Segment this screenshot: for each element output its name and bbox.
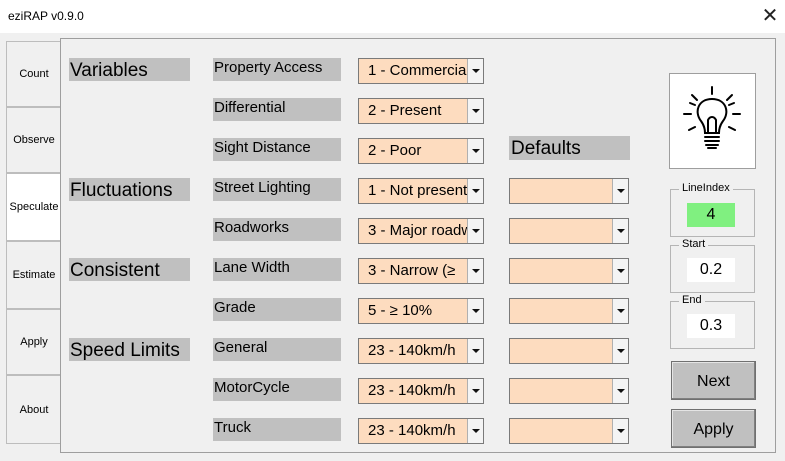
start-group: Start 0.2 (670, 238, 755, 293)
end-group: End 0.3 (670, 294, 755, 349)
chevron-down-icon[interactable] (467, 339, 483, 363)
combo-value: 23 - 140km/h (368, 342, 456, 359)
label-lane-width: Lane Width (213, 258, 341, 281)
combo-value: 5 - ≥ 10% (368, 302, 433, 319)
label-roadworks: Roadworks (213, 218, 341, 241)
tab-label: About (19, 403, 49, 416)
chevron-down-icon[interactable] (467, 219, 483, 243)
label-motorcycle: MotorCycle (213, 378, 341, 401)
chevron-down-icon[interactable] (467, 59, 483, 83)
combo-value: 2 - Poor (368, 142, 422, 159)
combo-value: 1 - Not present (368, 182, 468, 199)
tab-label: Apply (20, 336, 48, 348)
combo-motorcycle[interactable]: 23 - 140km/h (358, 378, 484, 404)
chevron-down-icon[interactable] (612, 419, 628, 443)
chevron-down-icon[interactable] (467, 99, 483, 123)
combo-differential[interactable]: 2 - Present (358, 98, 484, 124)
line-index-value: 4 (687, 203, 735, 227)
line-index-caption: LineIndex (679, 182, 733, 194)
chevron-down-icon[interactable] (612, 259, 628, 283)
combo-value: 3 - Major roadworks (368, 222, 468, 239)
next-button[interactable]: Next (671, 361, 756, 400)
window-title: eziRAP v0.9.0 (8, 9, 84, 23)
chevron-down-icon[interactable] (467, 379, 483, 403)
combo-value: 1 - Commercial (368, 62, 468, 79)
tab-about[interactable]: About (6, 375, 61, 444)
chevron-down-icon[interactable] (612, 179, 628, 203)
label-differential: Differential (213, 98, 341, 121)
chevron-down-icon[interactable] (467, 139, 483, 163)
tab-speculate[interactable]: Speculate (6, 173, 61, 241)
tab-label: Estimate (12, 269, 56, 281)
combo-general[interactable]: 23 - 140km/h (358, 338, 484, 364)
lightbulb-button[interactable] (669, 73, 756, 169)
default-grade[interactable] (509, 298, 629, 324)
combo-sight-distance[interactable]: 2 - Poor (358, 138, 484, 164)
combo-value: 3 - Narrow (≥ (368, 262, 456, 279)
chevron-down-icon[interactable] (467, 259, 483, 283)
start-value[interactable]: 0.2 (687, 258, 735, 282)
combo-value: 23 - 140km/h (368, 382, 456, 399)
section-fluctuations: Fluctuations (69, 178, 190, 201)
chevron-down-icon[interactable] (612, 299, 628, 323)
label-property-access: Property Access (213, 58, 341, 81)
section-speed-limits: Speed Limits (69, 338, 190, 361)
default-street-lighting[interactable] (509, 178, 629, 204)
tab-observe[interactable]: Observe (6, 107, 61, 173)
default-general[interactable] (509, 338, 629, 364)
combo-lane-width[interactable]: 3 - Narrow (≥ (358, 258, 484, 284)
default-lane-width[interactable] (509, 258, 629, 284)
chevron-down-icon[interactable] (612, 219, 628, 243)
end-value[interactable]: 0.3 (687, 314, 735, 338)
tab-estimate[interactable]: Estimate (6, 241, 61, 309)
combo-value: 23 - 140km/h (368, 422, 456, 439)
end-caption: End (679, 294, 705, 306)
tab-label: Speculate (9, 201, 59, 213)
combo-property-access[interactable]: 1 - Commercial (358, 58, 484, 84)
start-caption: Start (679, 238, 709, 250)
default-truck[interactable] (509, 418, 629, 444)
default-roadworks[interactable] (509, 218, 629, 244)
chevron-down-icon[interactable] (467, 179, 483, 203)
label-street-lighting: Street Lighting (213, 178, 341, 201)
apply-button[interactable]: Apply (671, 409, 756, 448)
lightbulb-icon (683, 86, 741, 149)
combo-street-lighting[interactable]: 1 - Not present (358, 178, 484, 204)
combo-truck[interactable]: 23 - 140km/h (358, 418, 484, 444)
label-grade: Grade (213, 298, 341, 321)
close-icon[interactable]: ✕ (758, 5, 782, 27)
label-general: General (213, 338, 341, 361)
chevron-down-icon[interactable] (612, 379, 628, 403)
chevron-down-icon[interactable] (467, 299, 483, 323)
section-consistent: Consistent (69, 258, 190, 281)
tab-label: Count (19, 68, 49, 80)
combo-roadworks[interactable]: 3 - Major roadworks (358, 218, 484, 244)
tab-apply[interactable]: Apply (6, 309, 61, 375)
defaults-header: Defaults (509, 136, 630, 160)
combo-grade[interactable]: 5 - ≥ 10% (358, 298, 484, 324)
tab-count[interactable]: Count (6, 41, 61, 107)
chevron-down-icon[interactable] (612, 339, 628, 363)
combo-value: 2 - Present (368, 102, 442, 119)
default-motorcycle[interactable] (509, 378, 629, 404)
tab-label: Observe (13, 134, 55, 146)
line-index-group: LineIndex 4 (670, 182, 755, 237)
label-truck: Truck (213, 418, 341, 441)
label-sight-distance: Sight Distance (213, 138, 341, 161)
title-bar: eziRAP v0.9.0 ✕ (0, 0, 785, 33)
section-variables: Variables (69, 58, 190, 81)
chevron-down-icon[interactable] (467, 419, 483, 443)
